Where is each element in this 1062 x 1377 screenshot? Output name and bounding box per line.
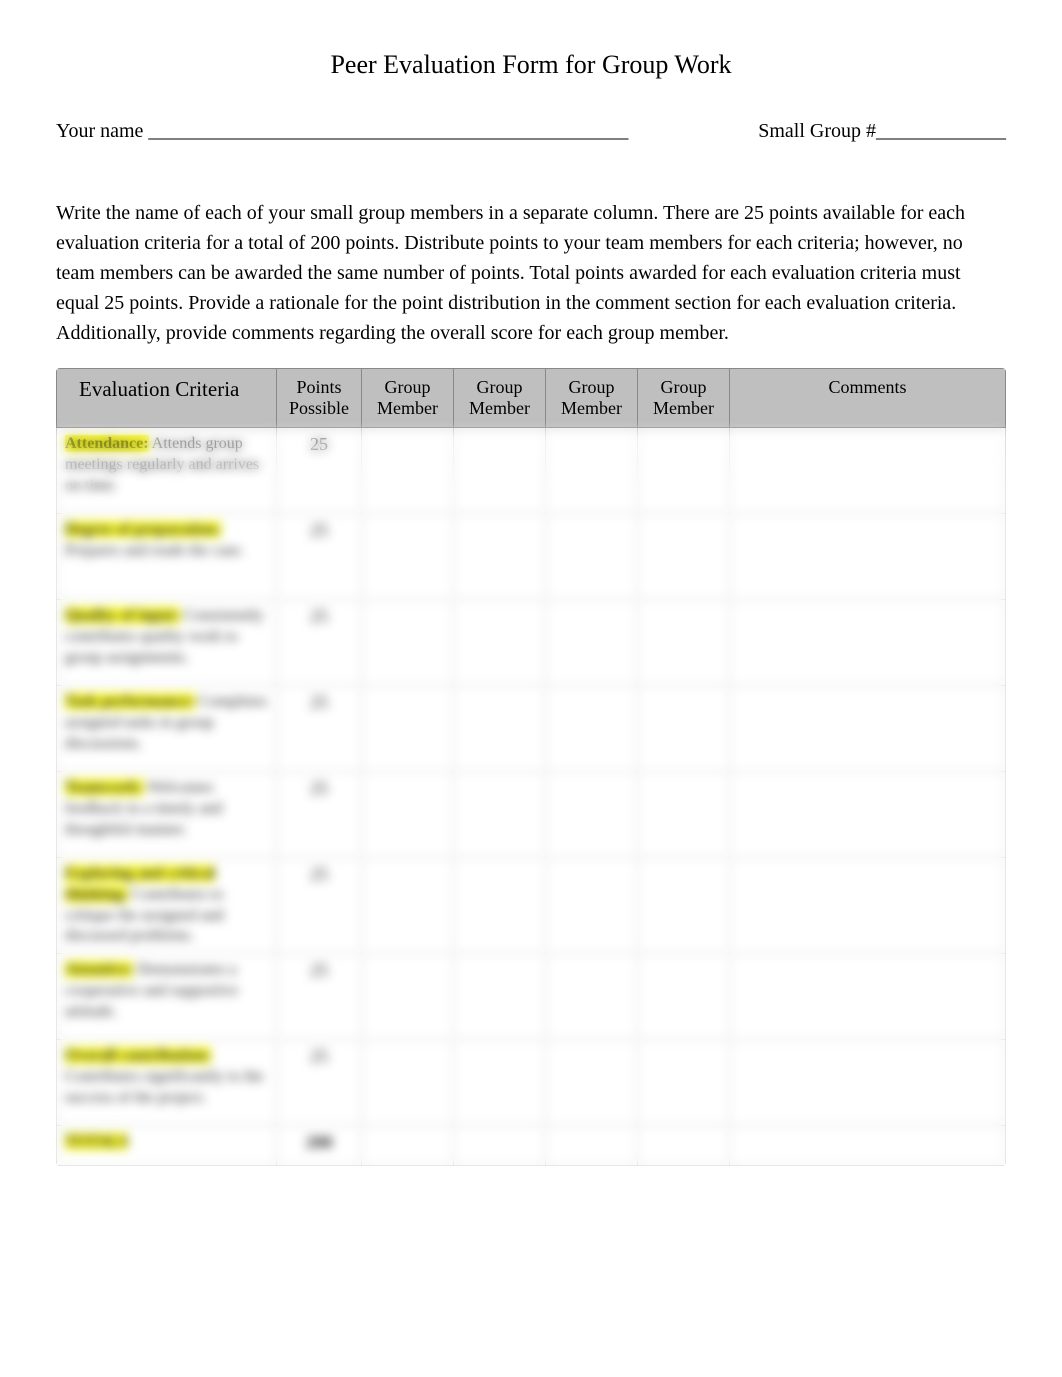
comment-cell[interactable] xyxy=(730,1040,1006,1126)
score-cell[interactable] xyxy=(454,600,546,686)
criteria-highlight: Teamwork: xyxy=(65,779,144,796)
criteria-highlight: Quality of input: xyxy=(65,607,180,624)
criteria-cell: Quality of input: Consistently contribut… xyxy=(57,600,277,686)
points-cell: 25 xyxy=(277,428,362,514)
your-name-field[interactable]: Your name ______________________________… xyxy=(56,120,628,143)
criteria-cell: Overall contribution: Contributes signif… xyxy=(57,1040,277,1126)
criteria-highlight: Degree of preparation: xyxy=(65,521,221,538)
totals-row: TOTALS 200 xyxy=(57,1126,1006,1166)
score-cell[interactable] xyxy=(454,428,546,514)
score-cell[interactable] xyxy=(638,514,730,600)
score-cell[interactable] xyxy=(362,600,454,686)
score-cell[interactable] xyxy=(546,686,638,772)
score-cell[interactable] xyxy=(638,428,730,514)
points-cell: 25 xyxy=(277,858,362,954)
score-cell[interactable] xyxy=(362,514,454,600)
score-cell[interactable] xyxy=(546,1040,638,1126)
table-row: Attendance: Attends group meetings regul… xyxy=(57,428,1006,514)
score-cell[interactable] xyxy=(362,428,454,514)
criteria-highlight: Attendance: xyxy=(65,435,149,452)
score-cell[interactable] xyxy=(546,772,638,858)
score-cell[interactable] xyxy=(362,858,454,954)
small-group-field[interactable]: Small Group #_____________ xyxy=(758,120,1006,143)
totals-points-cell: 200 xyxy=(277,1126,362,1166)
criteria-highlight: Attentive: xyxy=(65,961,133,978)
header-points: Points Possible xyxy=(277,369,362,428)
points-cell: 25 xyxy=(277,514,362,600)
evaluation-table: Evaluation Criteria Points Possible Grou… xyxy=(56,368,1006,1166)
score-cell[interactable] xyxy=(362,686,454,772)
score-cell[interactable] xyxy=(638,954,730,1040)
totals-comment-cell xyxy=(730,1126,1006,1166)
score-cell[interactable] xyxy=(546,514,638,600)
instructions-text: Write the name of each of your small gro… xyxy=(56,198,1006,348)
table-row: Task performance: Completes assigned tas… xyxy=(57,686,1006,772)
criteria-description: Contributes significantly to the success… xyxy=(65,1068,264,1106)
score-cell[interactable] xyxy=(454,514,546,600)
criteria-cell: Attendance: Attends group meetings regul… xyxy=(57,428,277,514)
comment-cell[interactable] xyxy=(730,954,1006,1040)
comment-cell[interactable] xyxy=(730,514,1006,600)
points-cell: 25 xyxy=(277,954,362,1040)
score-cell[interactable] xyxy=(638,686,730,772)
comment-cell[interactable] xyxy=(730,858,1006,954)
score-cell[interactable] xyxy=(546,858,638,954)
name-group-row: Your name ______________________________… xyxy=(56,120,1006,143)
header-comments: Comments xyxy=(730,369,1006,428)
comment-cell[interactable] xyxy=(730,600,1006,686)
score-cell[interactable] xyxy=(454,686,546,772)
totals-score-cell xyxy=(546,1126,638,1166)
criteria-cell: Degree of preparation: Prepares and read… xyxy=(57,514,277,600)
comment-cell[interactable] xyxy=(730,772,1006,858)
table-row: Quality of input: Consistently contribut… xyxy=(57,600,1006,686)
totals-score-cell xyxy=(454,1126,546,1166)
comment-cell[interactable] xyxy=(730,686,1006,772)
score-cell[interactable] xyxy=(454,954,546,1040)
comment-cell[interactable] xyxy=(730,428,1006,514)
header-group-member-2: Group Member xyxy=(454,369,546,428)
score-cell[interactable] xyxy=(546,428,638,514)
score-cell[interactable] xyxy=(638,858,730,954)
score-cell[interactable] xyxy=(362,954,454,1040)
totals-score-cell xyxy=(362,1126,454,1166)
criteria-highlight: Task performance: xyxy=(65,693,195,710)
totals-label-cell: TOTALS xyxy=(57,1126,277,1166)
totals-score-cell xyxy=(638,1126,730,1166)
points-cell: 25 xyxy=(277,772,362,858)
criteria-cell: Task performance: Completes assigned tas… xyxy=(57,686,277,772)
header-group-member-1: Group Member xyxy=(362,369,454,428)
score-cell[interactable] xyxy=(454,772,546,858)
score-cell[interactable] xyxy=(454,1040,546,1126)
table-row: Overall contribution: Contributes signif… xyxy=(57,1040,1006,1126)
points-cell: 25 xyxy=(277,1040,362,1126)
score-cell[interactable] xyxy=(362,772,454,858)
score-cell[interactable] xyxy=(638,1040,730,1126)
points-cell: 25 xyxy=(277,686,362,772)
criteria-highlight: Overall contribution: xyxy=(65,1047,211,1064)
header-criteria: Evaluation Criteria xyxy=(57,369,277,428)
table-header-row: Evaluation Criteria Points Possible Grou… xyxy=(57,369,1006,428)
table-row: Exploring and critical thinking: Contrib… xyxy=(57,858,1006,954)
score-cell[interactable] xyxy=(362,1040,454,1126)
table-row: Degree of preparation: Prepares and read… xyxy=(57,514,1006,600)
table-row: Teamwork: Welcomes feedback in a timely … xyxy=(57,772,1006,858)
criteria-description: Prepares and reads the case. xyxy=(65,542,244,559)
header-group-member-4: Group Member xyxy=(638,369,730,428)
points-cell: 25 xyxy=(277,600,362,686)
score-cell[interactable] xyxy=(546,600,638,686)
score-cell[interactable] xyxy=(638,600,730,686)
page-title: Peer Evaluation Form for Group Work xyxy=(56,50,1006,80)
criteria-cell: Exploring and critical thinking: Contrib… xyxy=(57,858,277,954)
score-cell[interactable] xyxy=(638,772,730,858)
score-cell[interactable] xyxy=(454,858,546,954)
table-row: Attentive: Demonstrates a cooperative an… xyxy=(57,954,1006,1040)
criteria-cell: Attentive: Demonstrates a cooperative an… xyxy=(57,954,277,1040)
totals-label: TOTALS xyxy=(65,1133,128,1150)
score-cell[interactable] xyxy=(546,954,638,1040)
evaluation-table-wrap: Evaluation Criteria Points Possible Grou… xyxy=(56,368,1006,1166)
header-group-member-3: Group Member xyxy=(546,369,638,428)
criteria-cell: Teamwork: Welcomes feedback in a timely … xyxy=(57,772,277,858)
